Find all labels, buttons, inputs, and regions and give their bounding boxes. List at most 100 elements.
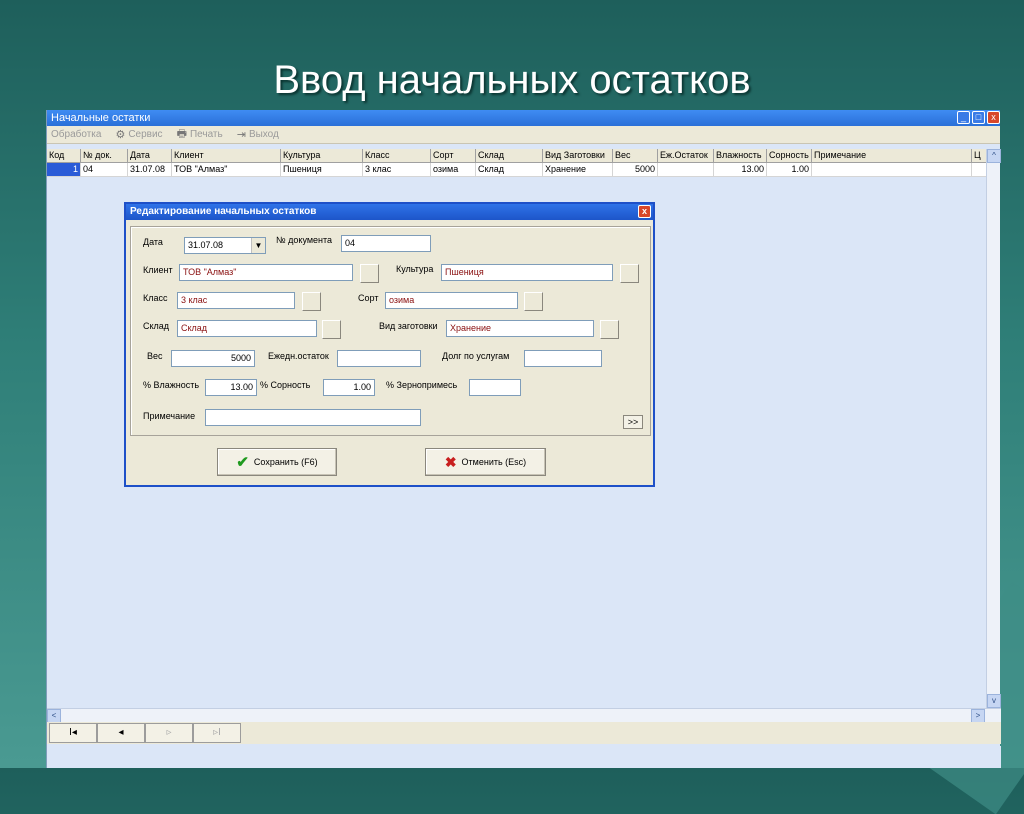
warehouse-label: Склад: [143, 321, 170, 331]
table-cell[interactable]: Хранение: [543, 163, 613, 177]
printer-icon: 🖶: [176, 128, 187, 140]
column-header[interactable]: Сорт: [431, 149, 476, 163]
slide-title: Ввод начальных остатков: [273, 58, 751, 102]
menu-item-exit[interactable]: ⇥ Выход: [237, 128, 279, 141]
scroll-up-icon[interactable]: ^: [987, 149, 1001, 163]
humidity-field[interactable]: 13.00: [205, 379, 257, 396]
more-button[interactable]: >>: [623, 415, 643, 429]
class-pick-button[interactable]: [302, 292, 321, 311]
sort-pick-button[interactable]: [524, 292, 543, 311]
sort-field[interactable]: озима: [385, 292, 518, 309]
column-header[interactable]: Вид Заготовки: [543, 149, 613, 163]
doc-number-label: № документа: [276, 235, 333, 245]
maximize-button[interactable]: □: [972, 111, 985, 124]
procurement-field[interactable]: Хранение: [446, 320, 594, 337]
warehouse-field[interactable]: Склад: [177, 320, 317, 337]
daily-balance-label: Ежедн.остаток: [268, 351, 329, 361]
chevron-down-icon[interactable]: ▼: [251, 238, 265, 253]
horizontal-scrollbar[interactable]: < >: [47, 708, 1001, 723]
class-label: Класс: [143, 293, 168, 303]
column-header[interactable]: Вес: [613, 149, 658, 163]
table-cell[interactable]: [812, 163, 972, 177]
scroll-left-icon[interactable]: <: [47, 709, 61, 723]
dialog-title: Редактирование начальных остатков: [130, 206, 317, 217]
table-cell[interactable]: 04: [81, 163, 128, 177]
nav-last-button[interactable]: ▹I: [193, 723, 241, 743]
date-field[interactable]: 31.07.08 ▼: [184, 237, 266, 254]
grid-header: Код № док. Дата Клиент Культура Класс Со…: [47, 149, 987, 163]
menu-item-service[interactable]: ⚙ Сервис: [115, 128, 162, 141]
weediness-label: % Сорность: [260, 380, 311, 390]
menu-item-processing[interactable]: Обработка: [51, 129, 101, 140]
cancel-button[interactable]: ✖ Отменить (Esc): [425, 448, 546, 476]
table-cell[interactable]: ТОВ "Алмаз": [172, 163, 281, 177]
warehouse-pick-button[interactable]: [322, 320, 341, 339]
weight-field[interactable]: 5000: [171, 350, 255, 367]
record-navigator: I◂ ◂ ▹ ▹I: [47, 722, 1001, 744]
procurement-pick-button[interactable]: [600, 320, 619, 339]
nav-first-button[interactable]: I◂: [49, 723, 97, 743]
procurement-label: Вид заготовки: [379, 321, 438, 331]
client-pick-button[interactable]: [360, 264, 379, 283]
menu-bar: Обработка ⚙ Сервис 🖶 Печать ⇥ Выход: [47, 126, 1000, 144]
weediness-field[interactable]: 1.00: [323, 379, 375, 396]
column-header[interactable]: № док.: [81, 149, 128, 163]
table-cell[interactable]: озима: [431, 163, 476, 177]
column-header[interactable]: Склад: [476, 149, 543, 163]
scroll-right-icon[interactable]: >: [971, 709, 985, 723]
table-cell[interactable]: 3 клас: [363, 163, 431, 177]
table-cell[interactable]: 13.00: [714, 163, 767, 177]
column-header[interactable]: Код: [47, 149, 81, 163]
column-header[interactable]: Сорность: [767, 149, 812, 163]
date-label: Дата: [143, 237, 163, 247]
nav-next-button[interactable]: ▹: [145, 723, 193, 743]
dialog-close-button[interactable]: x: [638, 205, 651, 218]
minimize-button[interactable]: _: [957, 111, 970, 124]
class-field[interactable]: 3 клас: [177, 292, 295, 309]
checkmark-icon: ✔: [236, 454, 249, 471]
grain-impurity-label: % Зернопримесь: [386, 380, 458, 390]
column-header[interactable]: Влажность: [714, 149, 767, 163]
nav-prev-button[interactable]: ◂: [97, 723, 145, 743]
culture-field[interactable]: Пшениця: [441, 264, 613, 281]
menu-item-print[interactable]: 🖶 Печать: [177, 125, 223, 144]
column-header[interactable]: Примечание: [812, 149, 972, 163]
note-field[interactable]: [205, 409, 421, 426]
edit-balances-dialog: Редактирование начальных остатков x Дата…: [124, 202, 655, 487]
note-label: Примечание: [143, 411, 196, 421]
service-debt-field[interactable]: [524, 350, 602, 367]
window-title: Начальные остатки: [51, 112, 151, 124]
column-header[interactable]: Ц: [972, 149, 987, 163]
client-field[interactable]: ТОВ "Алмаз": [179, 264, 353, 281]
table-cell[interactable]: 1.00: [767, 163, 812, 177]
exit-icon: ⇥: [236, 129, 246, 141]
close-window-button[interactable]: x: [987, 111, 1000, 124]
column-header[interactable]: Класс: [363, 149, 431, 163]
humidity-label: % Влажность: [143, 380, 200, 390]
table-cell[interactable]: 31.07.08: [128, 163, 172, 177]
table-cell[interactable]: Склад: [476, 163, 543, 177]
save-button[interactable]: ✔ Сохранить (F6): [217, 448, 337, 476]
table-cell[interactable]: [658, 163, 714, 177]
sort-label: Сорт: [358, 293, 379, 303]
column-header[interactable]: Культура: [281, 149, 363, 163]
culture-pick-button[interactable]: [620, 264, 639, 283]
column-header[interactable]: Еж.Остаток: [658, 149, 714, 163]
table-cell[interactable]: 1: [47, 163, 81, 177]
scroll-down-icon[interactable]: v: [987, 694, 1001, 708]
table-cell[interactable]: 5000: [613, 163, 658, 177]
column-header[interactable]: Дата: [128, 149, 172, 163]
table-cell[interactable]: Пшениця: [281, 163, 363, 177]
cross-icon: ✖: [444, 453, 457, 470]
table-cell[interactable]: [972, 163, 987, 177]
window-titlebar: Начальные остатки _ □ x: [47, 110, 1000, 126]
status-bar: [47, 746, 1001, 768]
column-header[interactable]: Клиент: [172, 149, 281, 163]
service-debt-label: Долг по услугам: [442, 351, 510, 361]
doc-number-field[interactable]: 04: [341, 235, 431, 252]
daily-balance-field[interactable]: [337, 350, 421, 367]
grain-impurity-field[interactable]: [469, 379, 521, 396]
gear-icon: ⚙: [115, 129, 126, 141]
table-row[interactable]: 1 04 31.07.08 ТОВ "Алмаз" Пшениця 3 клас…: [47, 163, 987, 177]
vertical-scrollbar[interactable]: ^ v: [986, 149, 1001, 709]
